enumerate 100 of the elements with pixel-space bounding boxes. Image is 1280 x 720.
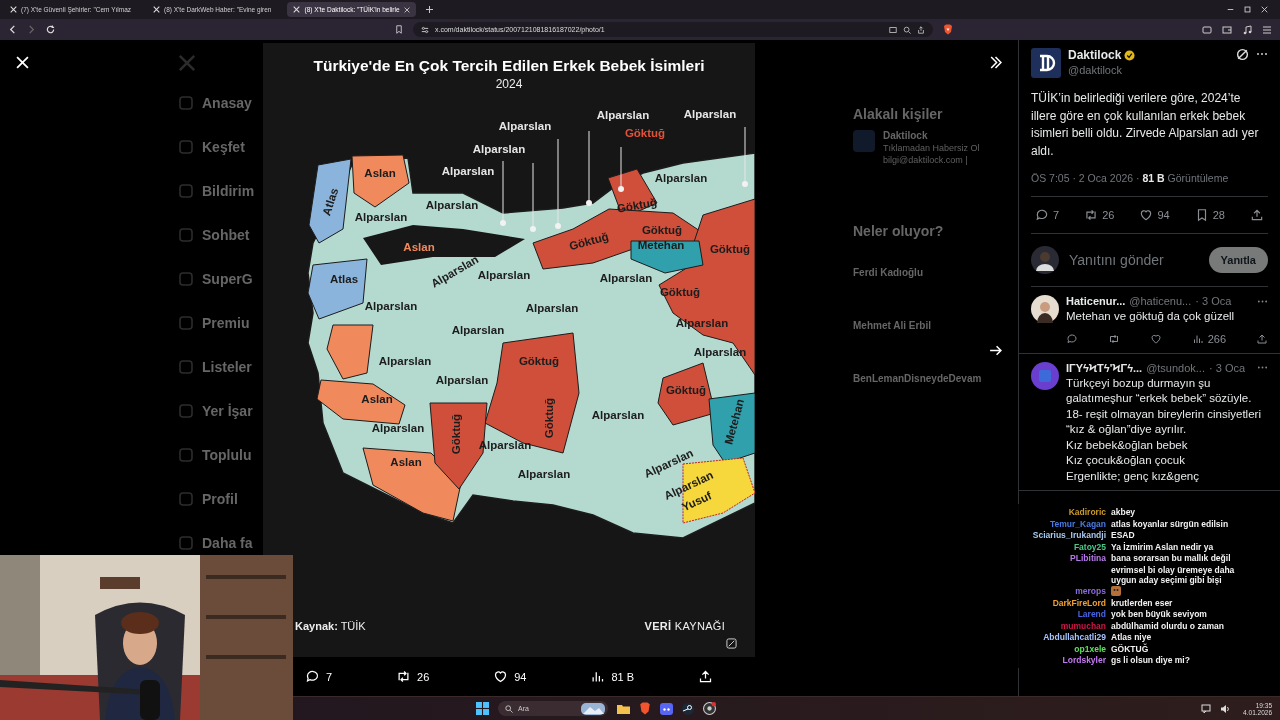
menu-icon[interactable] [1262, 24, 1272, 35]
chat-username: Lordskyler [1061, 655, 1106, 665]
map-label: Alparslan [435, 375, 489, 387]
avatar-icon[interactable] [1031, 48, 1061, 78]
reply-date: · 3 Oca [1195, 295, 1232, 307]
chat-username: Kadiroric [1067, 507, 1106, 517]
bar-chart-icon [590, 669, 606, 684]
lion-shield-icon[interactable] [943, 24, 953, 35]
like-action[interactable] [1149, 332, 1162, 345]
trend-item[interactable]: Mehmet Ali Erbil [853, 320, 1018, 331]
restore-icon[interactable] [1244, 6, 1251, 13]
zoom-icon[interactable] [903, 25, 911, 34]
bookmark-action[interactable]: 28 [1194, 208, 1225, 222]
nav-label[interactable]: Toplulu [202, 446, 252, 463]
map-year: 2024 [495, 77, 523, 91]
new-tab-icon[interactable] [425, 6, 433, 13]
reply-action[interactable]: 7 [1035, 208, 1060, 222]
nav-label[interactable]: Yer İşar [202, 402, 253, 419]
like-action[interactable]: 94 [1139, 208, 1170, 222]
chat-username: Sciarius_Irukandji [1031, 530, 1106, 540]
section-heading: Neler oluyor? [853, 223, 945, 239]
minimize-icon[interactable] [1227, 6, 1234, 13]
map-label: Alparslan [599, 273, 653, 285]
chat-message: abdülhamid olurdu o zaman [1111, 620, 1224, 631]
chat-message: krutlerden eser [1111, 597, 1173, 608]
map-label: Alparslan [517, 469, 571, 481]
like-action[interactable]: 94 [493, 669, 527, 684]
forward-icon[interactable] [27, 25, 36, 34]
x-logo-icon [293, 6, 301, 13]
map-label: Alparslan [364, 301, 418, 313]
nav-label[interactable]: SuperG [202, 270, 253, 287]
share-icon [697, 669, 713, 684]
share-action[interactable] [1256, 332, 1268, 345]
chat-message: gs li olsun diye mi? [1111, 655, 1190, 665]
nav-label[interactable]: Bildirim [202, 182, 255, 199]
leader-line [530, 162, 536, 232]
share-action[interactable] [697, 669, 713, 684]
map-label: Alparslan [378, 356, 432, 368]
map-label: Atlas [329, 274, 359, 286]
game-controller-icon[interactable] [660, 702, 674, 715]
repost-action[interactable]: 26 [396, 669, 430, 684]
author-name[interactable]: Haticenur... [1066, 295, 1126, 307]
reply-field[interactable]: Yanıtını gönder [1067, 251, 1201, 269]
steam-icon[interactable] [682, 702, 695, 715]
repost-action[interactable]: 26 [1084, 208, 1115, 222]
screen-icon[interactable] [889, 25, 897, 34]
notification-icon[interactable] [1201, 703, 1212, 714]
nav-label[interactable]: Sohbet [202, 226, 250, 243]
image-edit-icon[interactable] [726, 638, 737, 649]
back-icon[interactable] [8, 25, 17, 34]
reload-icon[interactable] [46, 25, 55, 34]
next-arrow-icon[interactable] [989, 344, 1002, 357]
author-name[interactable]: ΙΓΥϟϞΤϟ'ϞΓϟ... [1066, 361, 1143, 374]
wallet-icon[interactable] [1222, 24, 1232, 35]
nav-icon [178, 94, 194, 111]
map-label: Göktuğ [665, 385, 707, 397]
map-label: Alparslan [525, 303, 579, 315]
person-email: bilgi@daktilock.com | [883, 155, 969, 165]
chat-username: PLibitina [1069, 553, 1106, 563]
lion-shield-icon[interactable] [639, 702, 652, 715]
nav-label[interactable]: Anasay [202, 94, 252, 111]
folder-icon[interactable] [617, 702, 631, 715]
trend-item[interactable]: BenLemanDisneydeDevam [853, 373, 1018, 384]
slashed-circle-icon[interactable] [1236, 48, 1249, 61]
start-icon[interactable] [476, 702, 490, 715]
map-label: Alparslan [472, 144, 526, 156]
section-heading: Alakalı kişiler [853, 106, 944, 122]
reply-action[interactable] [1066, 332, 1078, 345]
trend-item[interactable]: Ferdi Kadıoğlu [853, 267, 1018, 278]
map-label: Atlas [321, 186, 341, 218]
author-handle[interactable]: @daktilock [1068, 64, 1136, 76]
share-icon[interactable] [917, 25, 925, 34]
close-icon[interactable] [403, 6, 410, 13]
nav-label[interactable]: Listeler [202, 358, 252, 375]
author-name[interactable]: Daktilock [1068, 48, 1122, 62]
bookmark-icon[interactable] [395, 25, 403, 34]
extensions-icon[interactable] [1202, 24, 1212, 35]
author-handle[interactable]: @haticenu... [1129, 295, 1192, 307]
close-icon[interactable] [1261, 6, 1268, 13]
nav-icon [178, 182, 194, 199]
music-icon[interactable] [1242, 24, 1252, 35]
nav-icon [178, 490, 194, 507]
author-handle[interactable]: @tsundok... [1146, 361, 1205, 374]
reply-button[interactable]: Yanıtla [1208, 247, 1268, 273]
repost-icon [1084, 208, 1099, 222]
reply-action[interactable]: 7 [305, 669, 333, 684]
speaker-icon[interactable] [1220, 703, 1231, 714]
nav-label[interactable]: Keşfet [202, 138, 245, 155]
share-action[interactable] [1250, 208, 1264, 222]
nav-label[interactable]: Daha fa [202, 534, 253, 551]
nav-label[interactable]: Premiu [202, 314, 250, 331]
avatar-icon[interactable] [1031, 295, 1059, 323]
repost-action[interactable] [1107, 332, 1120, 345]
collapse-icon[interactable] [989, 56, 1002, 69]
views-action[interactable]: 266 [1191, 332, 1227, 345]
views-action[interactable]: 81 B [590, 669, 635, 684]
map-label: Alparslan [683, 109, 737, 121]
record-icon[interactable] [703, 702, 717, 715]
x-logo-icon [178, 54, 196, 72]
nav-label[interactable]: Profil [202, 490, 238, 507]
